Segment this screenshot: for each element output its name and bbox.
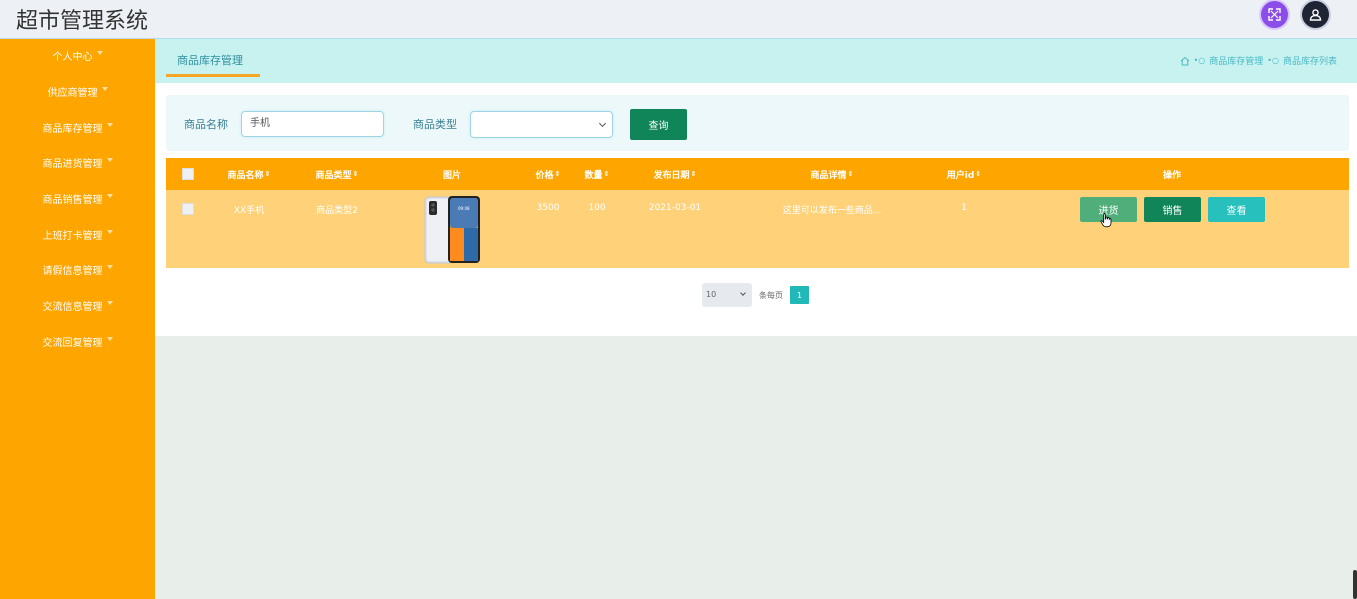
per-page-label: 条每页 [759,291,783,300]
breadcrumb-item[interactable]: 商品库存管理 [1209,54,1263,67]
sidebar-item-purchase[interactable]: 商品进货管理 [0,152,155,172]
caret-down-icon [106,337,113,341]
name-input[interactable]: 手机 [241,111,384,137]
tab-inventory[interactable]: 商品库存管理 [177,52,243,68]
breadcrumb-separator-icon: •○ [1193,56,1206,65]
sidebar-item-label: 交流信息管理 [42,301,103,313]
caret-down-icon [96,51,103,55]
sidebar-item-label: 个人中心 [52,51,93,63]
tab-bar: 商品库存管理 •○ 商品库存管理 •○ 商品库存列表 [155,39,1357,83]
sidebar-item-label: 商品销售管理 [42,194,103,206]
col-header-label: 商品详情 [810,170,847,181]
fullscreen-icon [1268,8,1281,21]
sidebar-item-inventory[interactable]: 商品库存管理 [0,117,155,137]
sort-icon: ⇕ [975,170,982,178]
cell-name: XX手机 [233,206,265,216]
sidebar-item-label: 商品库存管理 [42,123,103,135]
breadcrumb-separator-icon: •○ [1267,56,1279,65]
cell-detail: 这里可以发布一些商品... [782,206,882,216]
caret-down-icon [106,158,113,162]
col-header-quantity[interactable]: 数量 ⇕ [585,158,610,190]
sidebar-item-label: 供应商管理 [47,87,98,99]
page-size-select[interactable]: 10 [702,283,752,307]
home-icon[interactable] [1180,56,1190,66]
chevron-down-icon [740,290,746,296]
sidebar-item-label: 上班打卡管理 [42,230,103,242]
col-header-label: 商品名称 [227,170,264,181]
sidebar-item-label: 交流回复管理 [42,337,103,349]
sell-button[interactable]: 销售 [1144,197,1201,222]
sidebar-item-clock-in[interactable]: 上班打卡管理 [0,224,155,244]
col-header-name[interactable]: 商品名称 ⇕ [228,158,271,190]
sidebar-item-sales[interactable]: 商品销售管理 [0,188,155,208]
tab-active-indicator [166,74,260,77]
sidebar-item-replies[interactable]: 交流回复管理 [0,331,155,351]
sort-icon: ⇕ [554,170,561,178]
cell-price: 3500 [536,203,560,213]
select-all-checkbox[interactable] [182,168,194,180]
caret-down-icon [106,265,113,269]
type-select[interactable] [470,111,613,138]
name-label: 商品名称 [184,118,228,131]
sort-icon: ⇕ [352,170,359,178]
col-header-label: 用户id [946,170,975,181]
sidebar-item-personal-center[interactable]: 个人中心 [0,45,155,65]
caret-down-icon [101,87,108,91]
col-header-actions: 操作 [1162,170,1182,181]
sort-icon: ⇕ [603,170,610,178]
user-icon [1309,9,1322,21]
page-number-button[interactable]: 1 [790,286,809,304]
sidebar-item-messages[interactable]: 交流信息管理 [0,295,155,315]
table-header: 商品名称 ⇕ 商品类型 ⇕ 图片 价格 ⇕ 数量 ⇕ 发布日期 ⇕ 商品详情 ⇕ 用户id ⇕… [166,158,1349,190]
cell-quantity: 100 [588,203,606,213]
app-title: 超市管理系统 [16,9,149,34]
caret-down-icon [106,194,113,198]
cell-date: 2021-03-01 [648,203,702,213]
sidebar-item-label: 商品进货管理 [42,158,103,170]
user-menu-button[interactable] [1302,1,1329,28]
sort-icon: ⇕ [690,170,697,178]
table-row: XX手机 商品类型2 09:08 3500 100 2021-03-01 这里可… [166,190,1349,268]
chevron-down-icon [598,119,607,128]
col-header-detail[interactable]: 商品详情 ⇕ [811,158,854,190]
col-header-type[interactable]: 商品类型 ⇕ [316,158,359,190]
top-header: 超市管理系统 [0,0,1357,39]
breadcrumb: •○ 商品库存管理 •○ 商品库存列表 [1180,54,1337,67]
caret-down-icon [106,123,113,127]
sort-icon: ⇕ [847,170,854,178]
col-header-label: 价格 [535,170,554,181]
sort-icon: ⇕ [264,170,271,178]
col-header-user-id[interactable]: 用户id ⇕ [947,158,981,190]
cell-user-id: 1 [961,203,967,213]
sidebar-item-supplier[interactable]: 供应商管理 [0,81,155,101]
col-header-date[interactable]: 发布日期 ⇕ [654,158,697,190]
hand-cursor-icon [1100,213,1112,228]
phone-image: 09:08 [424,196,480,264]
query-button[interactable]: 查询 [630,109,687,140]
col-header-image: 图片 [442,170,462,181]
type-label: 商品类型 [413,118,457,131]
sidebar: 个人中心 供应商管理 商品库存管理 商品进货管理 商品销售管理 上班打卡管理 请… [0,39,155,599]
caret-down-icon [106,230,113,234]
fullscreen-button[interactable] [1261,1,1288,28]
sidebar-item-leave[interactable]: 请假信息管理 [0,259,155,279]
svg-text:09:08: 09:08 [458,206,470,211]
cell-type: 商品类型2 [316,206,358,216]
col-header-price[interactable]: 价格 ⇕ [536,158,561,190]
page-size-value: 10 [706,290,717,299]
col-header-label: 数量 [584,170,603,181]
caret-down-icon [106,301,113,305]
sidebar-item-label: 请假信息管理 [42,265,103,277]
view-button[interactable]: 查看 [1208,197,1265,222]
page-scrollbar[interactable] [1353,570,1357,599]
breadcrumb-item: 商品库存列表 [1282,57,1337,67]
col-header-label: 发布日期 [653,170,690,181]
row-checkbox[interactable] [182,203,194,215]
col-header-label: 商品类型 [315,170,352,181]
